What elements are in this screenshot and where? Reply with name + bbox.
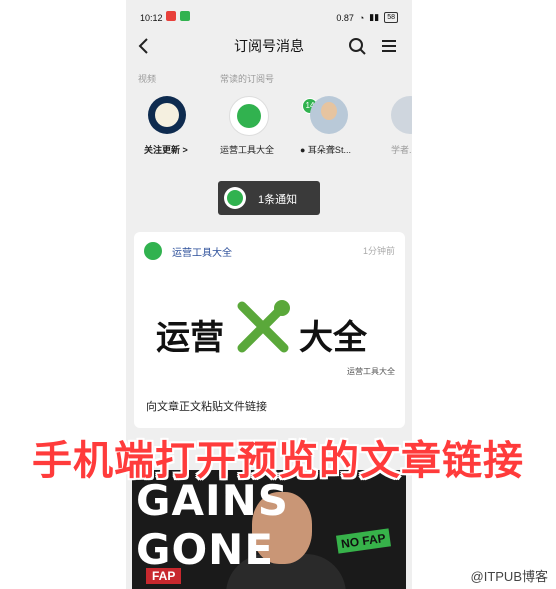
overlay-caption: 手机端打开预览的文章链接 bbox=[32, 438, 524, 484]
article-title[interactable]: 向文章正文粘贴文件链接 bbox=[146, 398, 267, 414]
status-right: 0.87 ◔ ▮▮ 58 bbox=[336, 12, 398, 23]
article-card[interactable]: 运营工具大全 1分钟前 运营 大全 运营工具大全 向文章正文粘贴文件链接 bbox=[134, 232, 405, 428]
tools-icon bbox=[224, 187, 246, 209]
section-label-video: 视频 bbox=[138, 74, 157, 84]
status-bar: 10:12 0.87 ◔ ▮▮ 58 bbox=[126, 0, 412, 32]
banner-watermark: 运营工具大全 bbox=[347, 367, 395, 376]
video-thumbnail[interactable]: GAINS GONE NO FAP FAP bbox=[132, 470, 406, 589]
battery-indicator: 58 bbox=[384, 12, 398, 23]
avatar-label[interactable]: 运营工具大全 bbox=[220, 143, 274, 156]
phone-screen: 10:12 0.87 ◔ ▮▮ 58 订阅号消息 视频 常读的订阅号 14 关注… bbox=[126, 0, 412, 589]
notification-toast[interactable]: 1条通知 bbox=[218, 181, 320, 215]
avatar-label[interactable]: ● 耳朵聋St... bbox=[300, 143, 351, 156]
avatar-follow-updates[interactable] bbox=[148, 96, 186, 134]
nav-bar: 订阅号消息 bbox=[126, 32, 412, 60]
avatar-account[interactable] bbox=[391, 96, 412, 134]
network-speed: 0.87 bbox=[336, 12, 354, 23]
avatar-label[interactable]: 关注更新 > bbox=[144, 143, 188, 156]
right-margin bbox=[412, 0, 556, 589]
post-time: 1分钟前 bbox=[362, 246, 395, 256]
thumbnail-tag: FAP bbox=[146, 568, 182, 584]
wrench-screwdriver-icon bbox=[237, 300, 290, 353]
avatar-label[interactable]: 学者... bbox=[391, 143, 412, 156]
notification-icon bbox=[166, 11, 176, 21]
toast-text: 1条通知 bbox=[258, 194, 298, 206]
notification-icon bbox=[180, 11, 190, 21]
avatar-ops-tools[interactable] bbox=[229, 96, 269, 136]
account-logo-icon bbox=[144, 242, 162, 260]
account-name[interactable]: 运营工具大全 bbox=[172, 244, 232, 259]
thumbnail-headline: GAINS GONE bbox=[136, 476, 290, 574]
section-label-read: 常读的订阅号 bbox=[220, 74, 275, 84]
site-watermark: @ITPUB博客 bbox=[470, 569, 548, 584]
status-time: 10:12 bbox=[140, 13, 163, 23]
left-margin bbox=[0, 0, 126, 589]
banner-text-left: 运营 bbox=[156, 319, 224, 357]
banner-text-right: 大全 bbox=[299, 319, 367, 357]
article-banner[interactable]: 运营 大全 运营工具大全 bbox=[134, 272, 405, 382]
menu-icon[interactable] bbox=[379, 36, 399, 56]
wifi-icon: ◔ bbox=[358, 12, 365, 23]
page-title: 订阅号消息 bbox=[234, 38, 304, 54]
search-icon[interactable] bbox=[347, 36, 367, 56]
avatar-account[interactable] bbox=[310, 96, 348, 134]
signal-icon: ▮▮ bbox=[369, 12, 380, 22]
